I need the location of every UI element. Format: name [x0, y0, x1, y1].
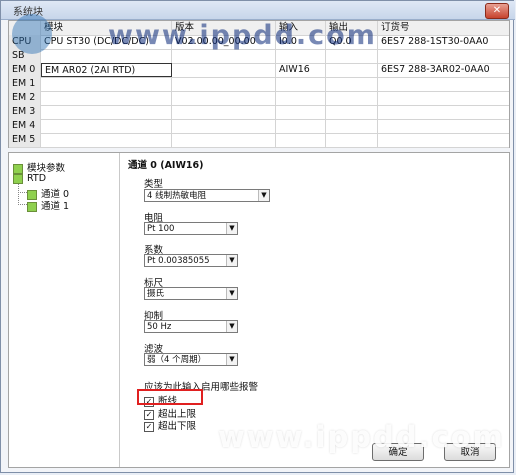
- cell-slot: EM 0: [9, 63, 41, 77]
- cell-slot: EM 3: [9, 105, 41, 119]
- cell-output: [326, 105, 378, 119]
- cell-module[interactable]: EM AR02 (2AI RTD): [41, 63, 172, 77]
- tree-connector: [18, 192, 27, 193]
- table-row[interactable]: EM 0 EM AR02 (2AI RTD) AIW16 6ES7 288-3AR02…: [9, 63, 509, 78]
- close-button[interactable]: ✕: [485, 3, 509, 19]
- cell-version: [172, 77, 276, 91]
- cell-version: [172, 49, 276, 63]
- rejection-value: 50 Hz: [147, 322, 172, 332]
- tree-label: 通道 1: [41, 201, 70, 212]
- tree-item-channel-1[interactable]: 通道 1: [27, 198, 69, 212]
- chevron-down-icon[interactable]: ▼: [226, 223, 237, 234]
- tree-node-icon: [13, 163, 23, 174]
- tree-node-icon: [27, 201, 37, 212]
- cell-input: [276, 119, 326, 133]
- watermark-top: www.ippdd.com: [108, 20, 377, 51]
- cell-order: [378, 105, 509, 119]
- type-select[interactable]: 4 线制热敏电阻 ▼: [144, 189, 270, 202]
- table-row[interactable]: EM 1: [9, 77, 509, 92]
- cell-version: [172, 133, 276, 147]
- resistor-value: Pt 100: [147, 224, 175, 234]
- rejection-select[interactable]: 50 Hz ▼: [144, 320, 238, 333]
- cell-order: [378, 119, 509, 133]
- checkbox[interactable]: ✓: [144, 421, 154, 432]
- scale-select[interactable]: 摄氏 ▼: [144, 287, 238, 300]
- cell-order: [378, 49, 509, 63]
- type-value: 4 线制热敏电阻: [147, 191, 207, 201]
- cell-input: [276, 133, 326, 147]
- cell-output: [326, 91, 378, 105]
- tree-label: RTD: [27, 173, 47, 184]
- checkbox-label: 超出下限: [158, 421, 197, 432]
- chevron-down-icon[interactable]: ▼: [226, 255, 237, 266]
- cell-output: [326, 49, 378, 63]
- cell-output: [326, 119, 378, 133]
- cell-slot: EM 4: [9, 119, 41, 133]
- cell-order: [378, 133, 509, 147]
- chevron-down-icon[interactable]: ▼: [226, 321, 237, 332]
- resistor-select[interactable]: Pt 100 ▼: [144, 222, 238, 235]
- tree-node-icon: [13, 173, 23, 184]
- cell-module[interactable]: [41, 91, 172, 105]
- cell-input: [276, 105, 326, 119]
- title-bar: 系统块 ✕: [1, 1, 515, 20]
- cell-output: [326, 77, 378, 91]
- logo-icon: [12, 14, 52, 54]
- cell-slot: EM 1: [9, 77, 41, 91]
- filter-value: 弱（4 个周期）: [147, 355, 207, 365]
- cell-module[interactable]: [41, 105, 172, 119]
- chevron-down-icon[interactable]: ▼: [258, 190, 269, 201]
- chevron-down-icon[interactable]: ▼: [226, 288, 237, 299]
- cell-order: [378, 77, 509, 91]
- tree-connector: [18, 184, 19, 205]
- tree-connector: [18, 204, 27, 205]
- type-label: 类型: [144, 179, 164, 190]
- filter-select[interactable]: 弱（4 个周期） ▼: [144, 353, 238, 366]
- cell-module[interactable]: [41, 133, 172, 147]
- tree-item-module-params[interactable]: 模块参数: [13, 160, 65, 174]
- chevron-down-icon[interactable]: ▼: [226, 354, 237, 365]
- highlight-box: [137, 389, 203, 405]
- cell-module[interactable]: [41, 77, 172, 91]
- tree-item-rtd[interactable]: RTD: [13, 173, 46, 184]
- table-row[interactable]: SB: [9, 49, 509, 64]
- channel-heading: 通道 0 (AIW16): [128, 160, 204, 171]
- cell-input: [276, 77, 326, 91]
- cell-version: [172, 63, 276, 77]
- table-row[interactable]: EM 5: [9, 133, 509, 148]
- alarm-lower-limit[interactable]: ✓ 超出下限: [144, 418, 196, 432]
- cell-output: [326, 133, 378, 147]
- cell-order: 6ES7 288-1ST30-0AA0: [381, 36, 489, 47]
- cell-slot: EM 2: [9, 91, 41, 105]
- coefficient-value: Pt 0.00385055: [147, 256, 210, 266]
- cell-input: AIW16: [276, 63, 326, 77]
- coefficient-select[interactable]: Pt 0.00385055 ▼: [144, 254, 238, 267]
- cell-input: [276, 49, 326, 63]
- cell-slot: EM 5: [9, 133, 41, 147]
- cell-order: 6ES7 288-3AR02-0AA0: [381, 64, 490, 75]
- cell-version: [172, 91, 276, 105]
- cell-order: [378, 91, 509, 105]
- watermark-bottom: www.ippdd.com: [218, 420, 505, 454]
- cell-module[interactable]: [41, 49, 172, 63]
- module-tree: 模块参数 RTD 通道 0 通道 1: [9, 153, 120, 467]
- scale-value: 摄氏: [147, 289, 165, 299]
- header-order: 订货号: [378, 21, 509, 35]
- cell-version: [172, 119, 276, 133]
- cell-version: [172, 105, 276, 119]
- table-row[interactable]: EM 2: [9, 91, 509, 106]
- cell-input: [276, 91, 326, 105]
- cell-output: [326, 63, 378, 77]
- cell-module[interactable]: [41, 119, 172, 133]
- table-row[interactable]: EM 3: [9, 105, 509, 120]
- table-row[interactable]: EM 4: [9, 119, 509, 134]
